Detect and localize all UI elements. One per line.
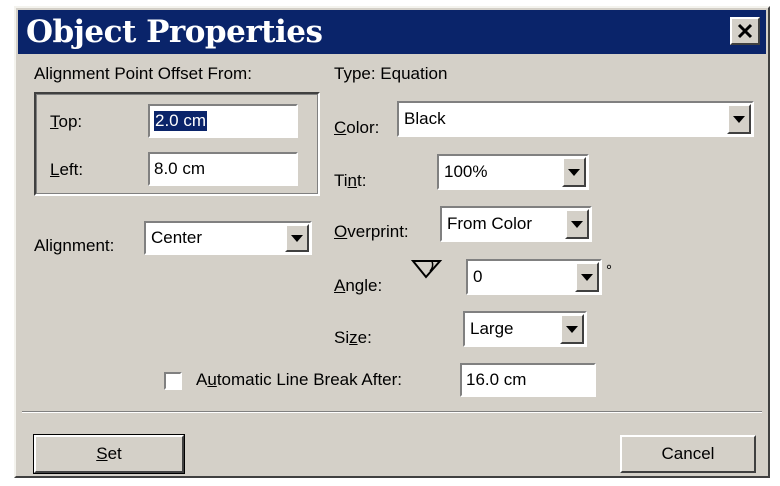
tint-value: 100% <box>444 162 488 181</box>
color-value: Black <box>404 109 446 128</box>
chevron-down-icon[interactable] <box>285 224 309 252</box>
top-offset-value: 2.0 cm <box>154 111 208 131</box>
chevron-down-icon[interactable] <box>575 262 599 292</box>
angle-value: 0 <box>473 267 483 286</box>
offset-heading: Alignment Point Offset From: <box>34 64 252 83</box>
size-value: Large <box>470 319 514 338</box>
chevron-down-icon[interactable] <box>562 157 586 187</box>
left-offset-value: 8.0 cm <box>154 159 206 178</box>
set-button[interactable]: Set <box>33 434 185 474</box>
chevron-down-icon[interactable] <box>560 314 584 344</box>
line-break-checkbox[interactable] <box>164 372 182 390</box>
color-dropdown[interactable]: Black <box>397 101 754 137</box>
object-properties-dialog: Object Properties Alignment Point Offset… <box>14 6 770 478</box>
angle-label: Angle: <box>334 276 383 295</box>
line-break-value: 16.0 cm <box>466 370 527 389</box>
size-dropdown[interactable]: Large <box>463 311 587 347</box>
overprint-dropdown[interactable]: From Color <box>440 206 592 242</box>
tint-dropdown[interactable]: 100% <box>437 154 589 190</box>
overprint-label: Overprint: <box>334 222 409 241</box>
angle-icon <box>411 260 443 279</box>
alignment-label: Alignment: <box>34 236 115 255</box>
degree-unit: ° <box>606 262 612 279</box>
angle-dropdown[interactable]: 0 <box>466 259 602 295</box>
alignment-value: Center <box>151 228 203 247</box>
title-bar[interactable]: Object Properties <box>18 10 766 54</box>
line-break-input[interactable]: 16.0 cm <box>459 362 597 398</box>
separator <box>22 411 762 413</box>
color-label: Color: <box>334 118 380 137</box>
overprint-value: From Color <box>447 214 533 233</box>
tint-label: Tint: <box>334 171 367 190</box>
line-break-label[interactable]: Automatic Line Break After: <box>196 370 402 390</box>
type-label: Type: Equation <box>334 64 448 83</box>
chevron-down-icon[interactable] <box>727 104 751 134</box>
left-label: Left: <box>50 160 84 179</box>
cancel-button[interactable]: Cancel <box>620 435 756 473</box>
dialog-title: Object Properties <box>26 14 323 50</box>
top-offset-input[interactable]: 2.0 cm <box>147 103 299 139</box>
chevron-down-icon[interactable] <box>565 209 589 239</box>
alignment-dropdown[interactable]: Center <box>144 221 312 255</box>
left-offset-input[interactable]: 8.0 cm <box>147 151 299 187</box>
top-label: Top: <box>50 112 83 131</box>
size-label: Size: <box>334 328 372 347</box>
close-button[interactable] <box>730 17 760 45</box>
close-icon <box>737 23 753 39</box>
